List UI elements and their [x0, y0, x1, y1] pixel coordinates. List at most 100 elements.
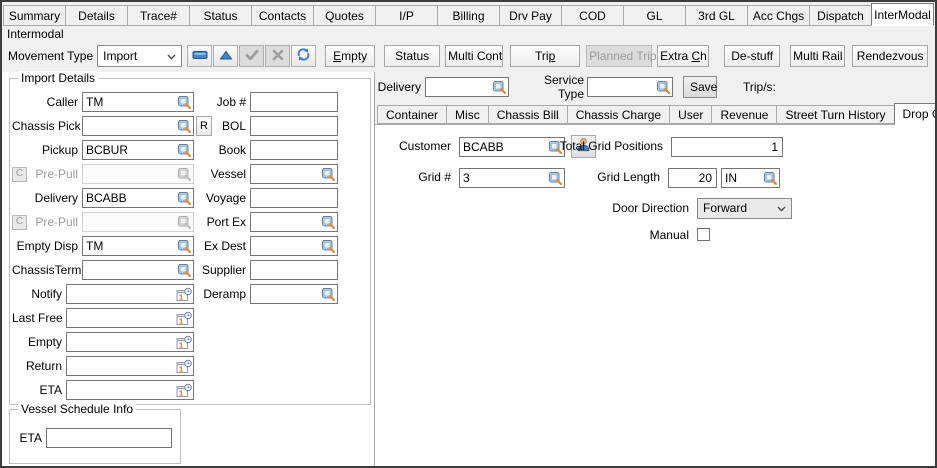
bar-button[interactable]: [187, 45, 212, 67]
lookup-icon[interactable]: [320, 240, 336, 253]
tab-user[interactable]: User: [669, 105, 712, 124]
supplier-field[interactable]: [250, 260, 338, 280]
tab-contacts[interactable]: Contacts: [251, 5, 314, 26]
vessel-field[interactable]: [250, 164, 338, 184]
lookup-icon[interactable]: [176, 120, 192, 133]
lookup-icon[interactable]: [762, 172, 778, 185]
tab-dispatch[interactable]: Dispatch: [809, 5, 872, 26]
supplier-label: Supplier: [196, 263, 250, 277]
tab-cod[interactable]: COD: [561, 5, 624, 26]
vessel-eta-field[interactable]: [46, 428, 172, 448]
job-field[interactable]: [250, 92, 338, 112]
pre-pull-field: [82, 164, 194, 184]
book-field[interactable]: [250, 140, 338, 160]
trip-button[interactable]: Trip: [510, 45, 580, 67]
tab-billing[interactable]: Billing: [437, 5, 500, 26]
bol-field[interactable]: [250, 116, 338, 136]
manual-label: Manual: [525, 224, 693, 246]
save-button[interactable]: Save: [683, 76, 717, 98]
tab-container[interactable]: Container: [377, 105, 447, 124]
lookup-icon[interactable]: [320, 216, 336, 229]
tab-gl[interactable]: GL: [623, 5, 686, 26]
lookup-icon[interactable]: [176, 264, 192, 277]
calendar-icon[interactable]: 1: [176, 335, 192, 350]
lookup-icon[interactable]: [176, 96, 192, 109]
chassis-pick-field[interactable]: [82, 116, 194, 136]
movement-type-select[interactable]: Import: [97, 45, 182, 67]
tab-quotes[interactable]: Quotes: [313, 5, 376, 26]
lookup-icon[interactable]: [491, 81, 507, 94]
de-stuff-button[interactable]: De-stuff: [724, 45, 780, 67]
notify-field[interactable]: 1: [66, 284, 194, 304]
tab-trace[interactable]: Trace#: [127, 5, 190, 26]
calendar-icon[interactable]: 1: [176, 287, 192, 302]
job-label: Job #: [196, 95, 250, 109]
lookup-icon[interactable]: [655, 81, 671, 94]
movement-toolbar: Movement Type Import Empty Status Multi …: [2, 44, 935, 72]
lookup-icon[interactable]: [176, 192, 192, 205]
delivery-header-field[interactable]: [425, 77, 509, 97]
tab-chassis-charge[interactable]: Chassis Charge: [567, 105, 670, 124]
vessel-schedule-groupbox: Vessel Schedule Info ETA: [9, 409, 181, 464]
grid-length-unit-field[interactable]: IN: [721, 168, 780, 188]
rendezvous-button[interactable]: Rendezvous: [852, 45, 928, 67]
chassis-term-field[interactable]: [82, 260, 194, 280]
multi-rail-button[interactable]: Multi Rail: [790, 45, 845, 67]
lookup-icon[interactable]: [320, 168, 336, 181]
service-type-field[interactable]: [587, 77, 673, 97]
book-label: Book: [196, 143, 250, 157]
lookup-icon[interactable]: [176, 240, 192, 253]
door-direction-select[interactable]: Forward: [697, 198, 792, 219]
ex-dest-row: Ex Dest: [196, 234, 338, 258]
grid-length-field[interactable]: 20: [668, 168, 717, 188]
tab-revenue[interactable]: Revenue: [711, 105, 777, 124]
tab-3rd-gl[interactable]: 3rd GL: [685, 5, 748, 26]
manual-checkbox[interactable]: [697, 228, 710, 241]
return-field[interactable]: 1: [66, 356, 194, 376]
tab-summary[interactable]: Summary: [3, 5, 66, 26]
tab-ip[interactable]: I/P: [375, 5, 438, 26]
vessel-eta-row: ETA: [16, 428, 172, 448]
eta-field[interactable]: 1: [66, 380, 194, 400]
calendar-icon[interactable]: 1: [176, 359, 192, 374]
caller-field[interactable]: TM: [82, 92, 194, 112]
lookup-icon[interactable]: [176, 144, 192, 157]
tab-misc[interactable]: Misc: [446, 105, 489, 124]
delivery-row: Delivery BCABB: [12, 186, 194, 210]
last-free-field[interactable]: 1: [66, 308, 194, 328]
tab-details[interactable]: Details: [65, 5, 128, 26]
deramp-label: Deramp: [196, 287, 250, 301]
delivery-label: Delivery: [12, 191, 82, 205]
tab-status[interactable]: Status: [189, 5, 252, 26]
tab-chassis-bill[interactable]: Chassis Bill: [488, 105, 568, 124]
empty-disp-field[interactable]: TM: [82, 236, 194, 256]
trips-label: Trip/s:: [743, 80, 776, 94]
refresh-button[interactable]: [291, 45, 316, 67]
tab-intermodal[interactable]: InterModal: [871, 3, 934, 26]
import-details-panel: Import Details Caller TM Chassis Pick R …: [2, 72, 375, 466]
ex-dest-field[interactable]: [250, 236, 338, 256]
empty-date-field[interactable]: 1: [66, 332, 194, 352]
movement-type-label: Movement Type: [8, 49, 93, 63]
tab-drv-pay[interactable]: Drv Pay: [499, 5, 562, 26]
svg-text:1: 1: [179, 388, 183, 397]
svg-text:1: 1: [179, 316, 183, 325]
delivery-field[interactable]: BCABB: [82, 188, 194, 208]
tab-drop-grid[interactable]: Drop Grid: [894, 103, 937, 125]
last-free-row: Last Free 1: [12, 306, 194, 330]
extra-ch-button[interactable]: Extra Ch: [657, 45, 709, 67]
total-grid-positions-field[interactable]: 1: [671, 137, 783, 157]
port-ex-field[interactable]: [250, 212, 338, 232]
deramp-field[interactable]: [250, 284, 338, 304]
empty-button[interactable]: Empty: [325, 45, 375, 67]
calendar-icon[interactable]: 1: [176, 311, 192, 326]
multi-cont-button[interactable]: Multi Cont: [445, 45, 503, 67]
voyage-field[interactable]: [250, 188, 338, 208]
pickup-field[interactable]: BCBUR: [82, 140, 194, 160]
up-arrow-button[interactable]: [213, 45, 238, 67]
status-button[interactable]: Status: [384, 45, 440, 67]
lookup-icon[interactable]: [320, 288, 336, 301]
tab-acc-chgs[interactable]: Acc Chgs: [747, 5, 810, 26]
calendar-icon[interactable]: 1: [176, 383, 192, 398]
tab-street-turn-history[interactable]: Street Turn History: [776, 105, 894, 124]
